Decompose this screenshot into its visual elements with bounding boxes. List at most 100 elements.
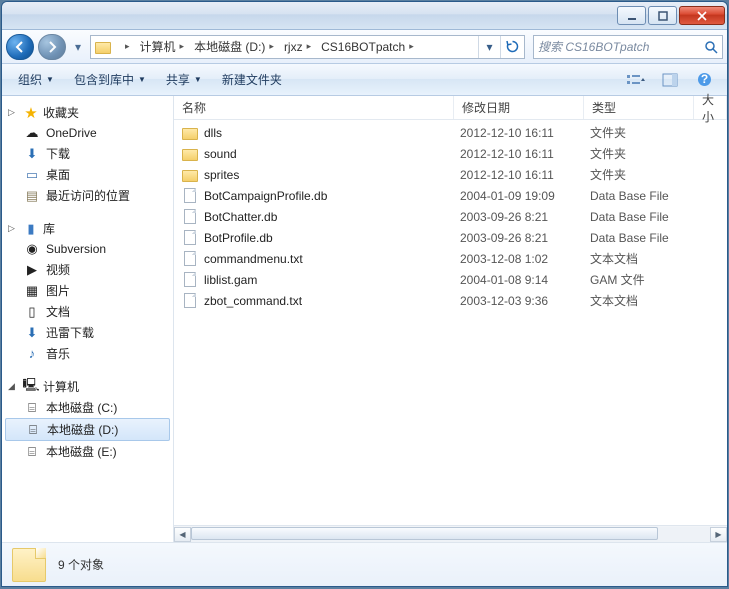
file-type: 文本文档: [590, 250, 700, 267]
file-type: GAM 文件: [590, 271, 700, 288]
nav-computer[interactable]: ◢🖳计算机: [2, 376, 173, 397]
col-name[interactable]: 名称: [174, 96, 454, 119]
folder-icon: [93, 37, 113, 57]
file-icon: [184, 272, 196, 287]
file-row[interactable]: zbot_command.txt2003-12-03 9:36文本文档: [174, 290, 727, 311]
preview-pane-button[interactable]: [655, 68, 685, 92]
file-type: 文本文档: [590, 292, 700, 309]
nav-item[interactable]: ▦图片: [2, 280, 173, 301]
search-box[interactable]: 搜索 CS16BOTpatch: [533, 35, 723, 59]
file-date: 2003-09-26 8:21: [460, 210, 590, 224]
refresh-button[interactable]: [500, 36, 524, 58]
view-options-button[interactable]: [621, 68, 651, 92]
nav-libraries[interactable]: ▷▮库: [2, 218, 173, 239]
file-name: BotProfile.db: [204, 231, 460, 245]
horizontal-scrollbar[interactable]: ◀ ▶: [174, 525, 727, 542]
scroll-right[interactable]: ▶: [710, 527, 727, 542]
file-row[interactable]: liblist.gam2004-01-08 9:14GAM 文件: [174, 269, 727, 290]
drive-icon: ⌸: [24, 400, 40, 416]
nav-item[interactable]: ♪音乐: [2, 343, 173, 364]
address-bar[interactable]: ▸ 计算机▸ 本地磁盘 (D:)▸ rjxz▸ CS16BOTpatch▸ ▾: [90, 35, 525, 59]
col-type[interactable]: 类型: [584, 96, 694, 119]
file-icon: [184, 188, 196, 203]
col-size[interactable]: 大小: [694, 96, 727, 119]
address-dropdown[interactable]: ▾: [478, 36, 500, 58]
file-type: 文件夹: [590, 145, 700, 162]
nav-item[interactable]: ☁OneDrive: [2, 123, 173, 143]
file-row[interactable]: BotCampaignProfile.db2004-01-09 19:09Dat…: [174, 185, 727, 206]
file-type: Data Base File: [590, 231, 700, 245]
file-icon: [184, 209, 196, 224]
nav-item[interactable]: ▯文档: [2, 301, 173, 322]
breadcrumb-seg[interactable]: ▸: [115, 36, 134, 58]
file-row[interactable]: commandmenu.txt2003-12-08 1:02文本文档: [174, 248, 727, 269]
minimize-button[interactable]: [617, 6, 646, 25]
library-icon: ▮: [23, 221, 39, 237]
file-type: 文件夹: [590, 124, 700, 141]
share-button[interactable]: 共享▼: [158, 67, 210, 92]
file-date: 2004-01-09 19:09: [460, 189, 590, 203]
nav-item[interactable]: ◉Subversion: [2, 239, 173, 259]
file-row[interactable]: BotProfile.db2003-09-26 8:21Data Base Fi…: [174, 227, 727, 248]
file-row[interactable]: sprites2012-12-10 16:11文件夹: [174, 164, 727, 185]
drive-icon: ⌸: [25, 422, 41, 438]
star-icon: ★: [23, 105, 39, 121]
file-row[interactable]: BotChatter.db2003-09-26 8:21Data Base Fi…: [174, 206, 727, 227]
col-date[interactable]: 修改日期: [454, 96, 584, 119]
breadcrumb-seg[interactable]: rjxz▸: [278, 36, 315, 58]
file-icon: [184, 251, 196, 266]
close-button[interactable]: [679, 6, 725, 25]
nav-favorites[interactable]: ▷★收藏夹: [2, 102, 173, 123]
nav-item[interactable]: ⬇下载: [2, 143, 173, 164]
forward-button[interactable]: [38, 34, 66, 60]
file-row[interactable]: dlls2012-12-10 16:11文件夹: [174, 122, 727, 143]
status-bar: 9 个对象: [2, 542, 727, 586]
download-icon: ⬇: [24, 146, 40, 162]
nav-item[interactable]: ⌸本地磁盘 (E:): [2, 441, 173, 462]
file-name: sound: [204, 147, 460, 161]
breadcrumb-seg[interactable]: CS16BOTpatch▸: [315, 36, 418, 58]
desktop-icon: ▭: [24, 167, 40, 183]
nav-item[interactable]: ⬇迅雷下载: [2, 322, 173, 343]
pictures-icon: ▦: [24, 283, 40, 299]
navigation-pane[interactable]: ▷★收藏夹 ☁OneDrive ⬇下载 ▭桌面 ▤最近访问的位置 ▷▮库 ◉Su…: [2, 96, 174, 542]
breadcrumb-seg[interactable]: 本地磁盘 (D:)▸: [188, 36, 278, 58]
file-date: 2003-12-03 9:36: [460, 294, 590, 308]
file-name: commandmenu.txt: [204, 252, 460, 266]
toolbar: 组织▼ 包含到库中▼ 共享▼ 新建文件夹 ?: [2, 64, 727, 96]
thunder-icon: ⬇: [24, 325, 40, 341]
file-row[interactable]: sound2012-12-10 16:11文件夹: [174, 143, 727, 164]
folder-icon: [182, 128, 198, 140]
scroll-left[interactable]: ◀: [174, 527, 191, 542]
nav-item[interactable]: ▭桌面: [2, 164, 173, 185]
scroll-thumb[interactable]: [191, 527, 658, 540]
search-placeholder: 搜索 CS16BOTpatch: [538, 38, 704, 55]
nav-item[interactable]: ▶视频: [2, 259, 173, 280]
onedrive-icon: ☁: [24, 125, 40, 141]
file-date: 2012-12-10 16:11: [460, 168, 590, 182]
file-name: liblist.gam: [204, 273, 460, 287]
nav-item-selected[interactable]: ⌸本地磁盘 (D:): [5, 418, 170, 441]
maximize-button[interactable]: [648, 6, 677, 25]
history-dropdown[interactable]: ▾: [70, 37, 86, 57]
nav-item[interactable]: ⌸本地磁盘 (C:): [2, 397, 173, 418]
organize-button[interactable]: 组织▼: [10, 67, 62, 92]
computer-icon: 🖳: [23, 379, 39, 395]
file-date: 2012-12-10 16:11: [460, 126, 590, 140]
file-date: 2003-09-26 8:21: [460, 231, 590, 245]
file-date: 2012-12-10 16:11: [460, 147, 590, 161]
file-list[interactable]: dlls2012-12-10 16:11文件夹sound2012-12-10 1…: [174, 120, 727, 525]
include-in-library-button[interactable]: 包含到库中▼: [66, 67, 154, 92]
breadcrumb-seg[interactable]: 计算机▸: [134, 36, 189, 58]
new-folder-button[interactable]: 新建文件夹: [214, 67, 290, 92]
help-button[interactable]: ?: [689, 68, 719, 92]
navbar: ▾ ▸ 计算机▸ 本地磁盘 (D:)▸ rjxz▸ CS16BOTpatch▸ …: [2, 30, 727, 64]
file-icon: [184, 230, 196, 245]
nav-item[interactable]: ▤最近访问的位置: [2, 185, 173, 206]
folder-icon: [182, 149, 198, 161]
back-button[interactable]: [6, 34, 34, 60]
search-icon: [704, 40, 718, 54]
file-type: 文件夹: [590, 166, 700, 183]
status-text: 9 个对象: [58, 556, 104, 573]
column-headers: 名称 修改日期 类型 大小: [174, 96, 727, 120]
